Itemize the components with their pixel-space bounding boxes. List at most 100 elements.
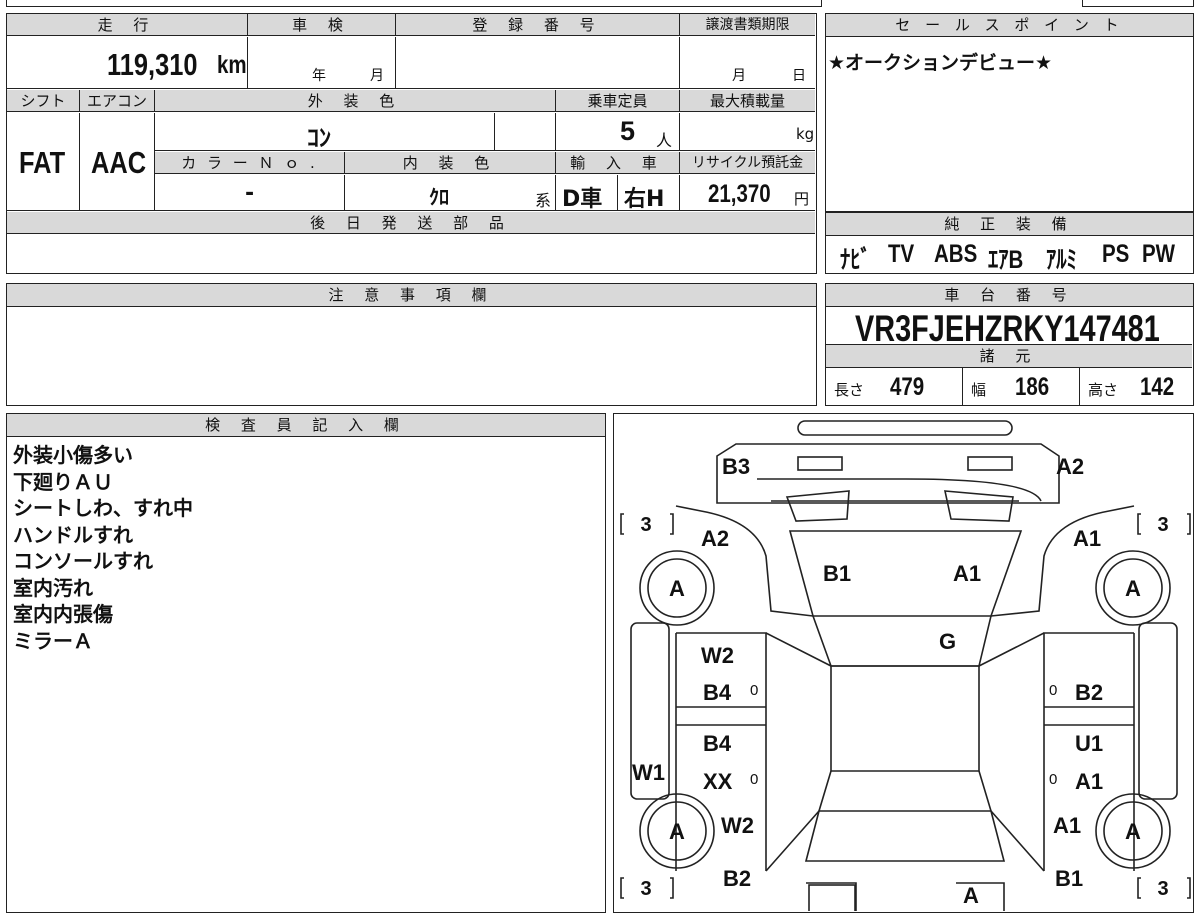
- sales-point-label: セ ー ル ス ポ イ ン ト: [826, 14, 1193, 37]
- ext-color-label: 外 装 色: [155, 90, 556, 112]
- label-a1-bottom-right: A1: [1053, 813, 1081, 838]
- tire-front-left: A: [669, 576, 685, 601]
- inspector-line: コンソールすれ: [13, 549, 153, 573]
- recycle-label: リサイクル預託金: [680, 152, 815, 174]
- width-cell: 幅 186: [963, 368, 1080, 405]
- length-cell: 長さ 479: [826, 368, 963, 405]
- label-xx-rear-left: XX: [703, 769, 733, 794]
- inspector-lines: 外装小傷多い 下廻りＡＵ シートしわ、すれ中 ハンドルすれ コンソールすれ 室内…: [13, 442, 193, 654]
- int-color-label: 内 装 色: [345, 152, 556, 174]
- zero-rear-right: 0: [1049, 771, 1057, 788]
- shift-label: シフト: [7, 90, 80, 112]
- registration-label: 登 録 番 号: [396, 14, 680, 36]
- car-diagram: B3 A2 A2 A1 B1 A1 G W2 B4 B2 B4 XX U1 A1…: [620, 420, 1191, 911]
- inspection-label: 車 検: [248, 14, 396, 36]
- shift-cell: FAT: [7, 113, 80, 211]
- top-stub-right: [1082, 0, 1194, 7]
- colorno-label: カ ラ ー Ｎ ｏ .: [155, 152, 345, 174]
- inspector-box: 検 査 員 記 入 欄 外装小傷多い 下廻りＡＵ シートしわ、すれ中 ハンドルす…: [6, 413, 606, 913]
- mileage-cell: 119,310 km: [7, 37, 248, 89]
- inspector-label: 検 査 員 記 入 欄: [7, 414, 605, 437]
- import-label: 輸 入 車: [556, 152, 680, 174]
- car-diagram-box: B3 A2 A2 A1 B1 A1 G W2 B4 B2 B4 XX U1 A1…: [613, 413, 1194, 913]
- chassis-label: 車 台 番 号: [826, 284, 1193, 307]
- tread-rear-right: 3: [1157, 878, 1168, 900]
- capacity-cell: 5 人: [556, 113, 680, 151]
- label-a2-left: A2: [701, 526, 729, 551]
- top-stub: [6, 0, 822, 7]
- inspector-line: 下廻りＡＵ: [13, 469, 113, 494]
- int-color-suffix: 系: [535, 191, 552, 210]
- import-value: D車: [562, 187, 603, 212]
- label-a1-hood: A1: [953, 561, 981, 586]
- zero-front-right: 0: [1049, 682, 1057, 699]
- mileage-value: 119,310: [107, 47, 198, 82]
- handle-value: 右H: [624, 187, 665, 212]
- capacity-value: 5: [620, 116, 636, 146]
- capacity-label: 乗車定員: [556, 90, 680, 112]
- equipment-abs: ABS: [934, 240, 978, 268]
- ext-color-value: ｺﾝ: [307, 124, 331, 152]
- transfer-month: 月: [732, 68, 746, 84]
- inspector-line: 室内内張傷: [13, 602, 113, 626]
- inspection-year: 年: [312, 68, 326, 84]
- inspector-line: シートしわ、すれ中: [13, 496, 193, 520]
- maxload-unit: kg: [796, 125, 815, 143]
- recycle-unit: 円: [794, 190, 810, 208]
- ext-color-cell: ｺﾝ: [155, 113, 495, 152]
- label-b1-bottom-right: B1: [1055, 866, 1083, 891]
- tire-rear-right: A: [1125, 819, 1141, 844]
- label-w1: W1: [632, 760, 665, 785]
- equipment-tv: TV: [888, 240, 915, 268]
- mileage-unit: km: [217, 51, 247, 79]
- capacity-unit: 人: [656, 131, 673, 150]
- zero-rear-left: 0: [750, 771, 758, 788]
- length-value: 479: [890, 373, 925, 401]
- height-label: 高さ: [1088, 381, 1119, 399]
- spec-label: 諸 元: [826, 344, 1192, 368]
- notes-label: 注 意 事 項 欄: [7, 284, 816, 307]
- inspector-line: ハンドルすれ: [13, 522, 133, 547]
- import-cell: D車: [556, 175, 618, 212]
- zero-front-left: 0: [750, 682, 758, 699]
- label-a-bottom: A: [963, 883, 979, 908]
- label-b1-hood: B1: [823, 561, 851, 586]
- maxload-label: 最大積載量: [680, 90, 815, 112]
- label-b2-bottom-left: B2: [723, 866, 751, 891]
- notes-box: 注 意 事 項 欄: [6, 283, 817, 406]
- ext-color-extra-cell: [495, 113, 556, 151]
- tire-front-right: A: [1125, 576, 1141, 601]
- label-b2-front-right: B2: [1075, 680, 1103, 705]
- label-u1-rear-right: U1: [1075, 731, 1103, 756]
- label-a1-right: A1: [1073, 526, 1101, 551]
- genuine-equipment-label: 純 正 装 備: [826, 212, 1193, 236]
- label-b4-rear-left: B4: [703, 731, 732, 756]
- tire-rear-left: A: [669, 819, 685, 844]
- sales-point-box: セ ー ル ス ポ イ ン ト ★オークションデビュー★: [825, 13, 1194, 212]
- int-color-cell: ｸﾛ 系: [345, 175, 556, 211]
- equipment-navi: ﾅﾋﾞ: [840, 246, 871, 274]
- transfer-day: 日: [792, 68, 806, 84]
- genuine-equipment-box: 純 正 装 備 ﾅﾋﾞ TV ABS ｴｱB ｱﾙﾐ PS PW: [825, 212, 1194, 274]
- inspection-month: 月: [370, 68, 384, 84]
- inspector-line: 外装小傷多い: [13, 443, 133, 467]
- label-w2-bottom-left: W2: [721, 813, 754, 838]
- inspector-line: 室内汚れ: [13, 575, 93, 600]
- registration-cell: [396, 37, 680, 89]
- equipment-pw: PW: [1142, 240, 1176, 268]
- shift-value: FAT: [19, 145, 66, 180]
- tread-rear-left: 3: [640, 878, 651, 900]
- mileage-label: 走 行: [7, 14, 248, 36]
- height-value: 142: [1140, 373, 1175, 401]
- equipment-airbag: ｴｱB: [988, 246, 1024, 274]
- aircon-value: AAC: [91, 145, 147, 180]
- width-value: 186: [1015, 373, 1050, 401]
- height-cell: 高さ 142: [1080, 368, 1192, 405]
- maxload-cell: kg: [680, 113, 815, 151]
- transfer-deadline-label: 譲渡書類期限: [680, 14, 815, 36]
- width-label: 幅: [971, 381, 987, 399]
- label-w2-front-left: W2: [701, 643, 734, 668]
- tread-front-right: 3: [1157, 514, 1168, 536]
- equipment-alloy: ｱﾙﾐ: [1046, 246, 1077, 274]
- colorno-value: -: [245, 181, 255, 206]
